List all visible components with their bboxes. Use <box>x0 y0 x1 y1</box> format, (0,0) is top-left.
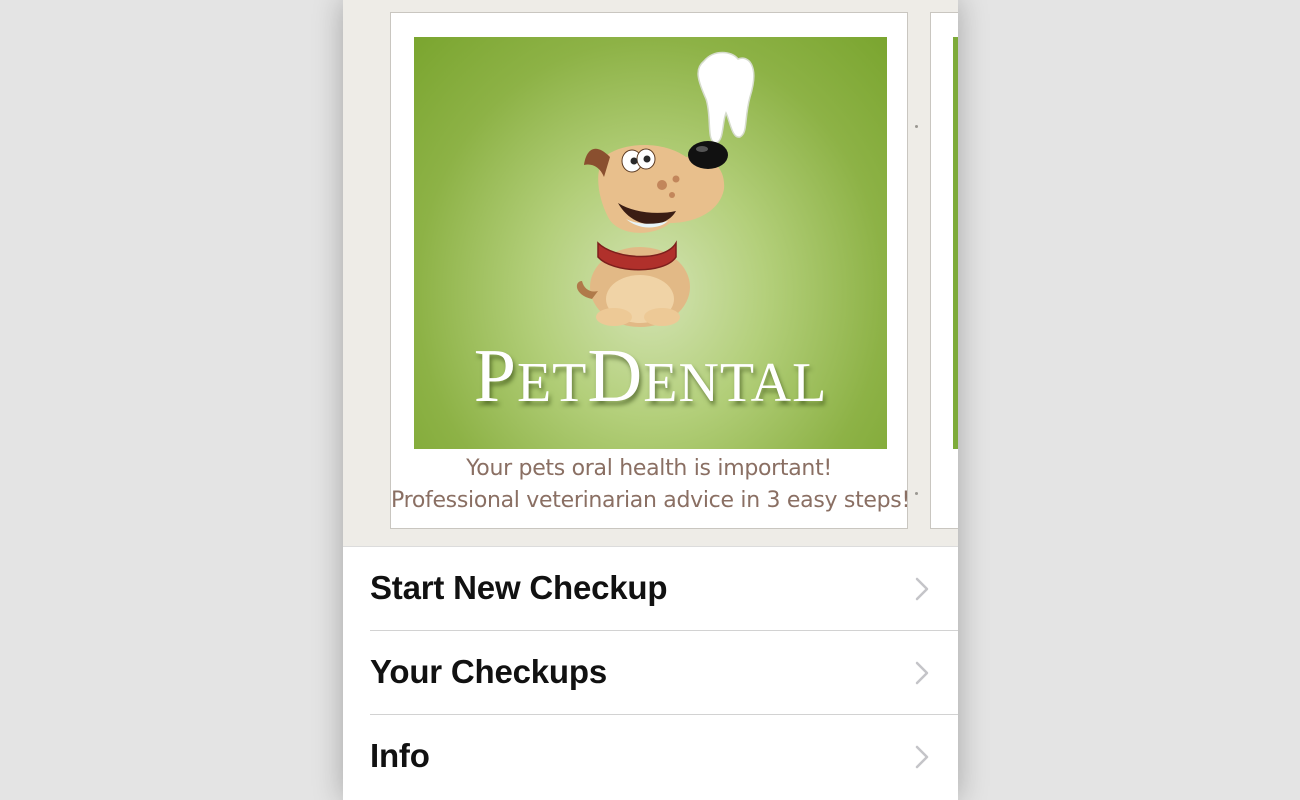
brand-rest-ental: ENTAL <box>643 352 828 414</box>
app-screen: PETDENTAL Your pets oral health is impor… <box>343 0 958 800</box>
pet-dental-logo: PETDENTAL <box>414 37 887 449</box>
brand-wordmark: PETDENTAL <box>414 333 887 420</box>
menu-item-label: Info <box>370 737 430 774</box>
paper-speck <box>915 492 918 495</box>
start-new-checkup-row[interactable]: Start New Checkup <box>343 547 958 631</box>
tagline-line-1: Your pets oral health is important! <box>466 456 832 481</box>
promo-carousel[interactable]: PETDENTAL Your pets oral health is impor… <box>343 0 958 546</box>
tagline-line-2: Professional veterinarian advice in 3 ea… <box>391 488 910 513</box>
next-promo-card[interactable] <box>930 12 958 529</box>
paper-speck <box>915 125 918 128</box>
brand-initial-d: D <box>587 334 644 418</box>
chevron-right-icon <box>915 577 929 601</box>
main-menu: Start New Checkup Your Checkups Info <box>343 546 958 800</box>
chevron-right-icon <box>915 745 929 769</box>
brand-rest-et: ET <box>516 352 588 414</box>
brand-initial-p: P <box>473 334 517 418</box>
chevron-right-icon <box>915 661 929 685</box>
menu-item-label: Your Checkups <box>370 653 608 690</box>
your-checkups-row[interactable]: Your Checkups <box>343 631 958 715</box>
next-promo-art <box>953 37 958 449</box>
promo-card[interactable]: PETDENTAL Your pets oral health is impor… <box>390 12 910 529</box>
info-row[interactable]: Info <box>343 715 958 799</box>
menu-item-label: Start New Checkup <box>370 569 668 606</box>
